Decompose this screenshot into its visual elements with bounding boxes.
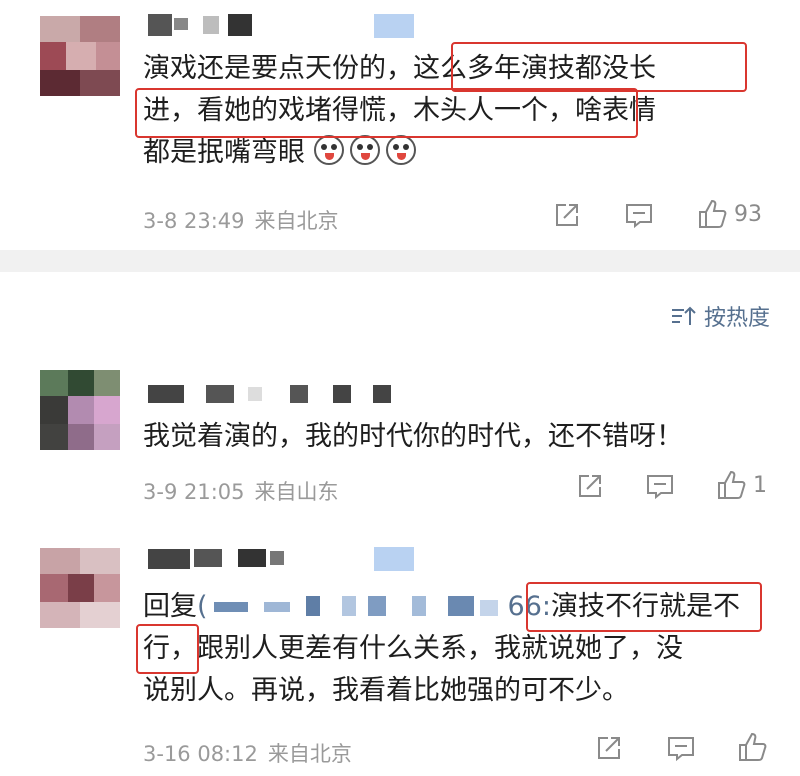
like-icon [699, 199, 727, 228]
emoji-icon [349, 135, 380, 165]
comment-button[interactable] [666, 733, 696, 763]
sort-icon [671, 306, 696, 325]
sort-label: 按热度 [703, 306, 770, 331]
username[interactable] [148, 14, 418, 38]
comment-text-line-3: 都是抿嘴弯眼 [143, 132, 422, 174]
highlight-box [526, 582, 762, 632]
comment-text-line-2: 行，跟别人更差有什么关系，我就说她了，没 [143, 633, 683, 664]
comment-location: 来自北京 [254, 209, 339, 233]
reply-mention-redacted[interactable] [208, 590, 508, 620]
username[interactable] [148, 547, 418, 573]
comment-text-span: 都是抿嘴弯眼 [143, 137, 305, 168]
highlight-box [451, 42, 747, 92]
comment-text-line-3: 说别人。再说，我看着比她强的可不少。 [143, 675, 629, 706]
comment-icon [626, 204, 652, 229]
highlight-box [135, 88, 638, 138]
like-icon [718, 470, 746, 499]
comment-location: 来自山东 [254, 480, 339, 504]
avatar[interactable] [40, 548, 120, 628]
comment-date: 3-8 23:49 [143, 209, 245, 233]
share-icon [598, 737, 620, 759]
like-button[interactable]: 1 [715, 469, 767, 501]
like-button[interactable] [736, 731, 774, 763]
like-count: 93 [734, 201, 762, 227]
comment-meta: 3-9 21:05 来自山东 [143, 476, 339, 506]
share-button[interactable] [575, 471, 605, 501]
like-count: 1 [753, 472, 767, 498]
share-icon [579, 475, 601, 497]
like-button[interactable]: 93 [696, 198, 762, 230]
username[interactable] [148, 383, 408, 407]
comment-text-line-1: 我觉着演的，我的时代你的时代，还不错呀！ [143, 421, 683, 452]
share-button[interactable] [594, 733, 624, 763]
like-icon [739, 732, 767, 761]
comment-icon [668, 737, 694, 762]
avatar[interactable] [40, 16, 120, 96]
reply-prefix: 回复 [143, 591, 197, 622]
share-button[interactable] [552, 200, 582, 230]
comment-date: 3-9 21:05 [143, 480, 245, 504]
comment-icon [647, 475, 673, 500]
comment-date: 3-16 08:12 [143, 742, 258, 766]
comment-location: 来自北京 [267, 742, 352, 766]
comment-meta: 3-8 23:49 来自北京 [143, 205, 339, 235]
highlight-box [136, 624, 199, 674]
comment-button[interactable] [645, 471, 675, 501]
comment-button[interactable] [624, 200, 654, 230]
share-icon [556, 204, 578, 226]
avatar[interactable] [40, 370, 120, 450]
comment-meta: 3-16 08:12 来自北京 [143, 738, 352, 768]
emoji-icon [313, 135, 344, 165]
section-divider [0, 250, 800, 272]
sort-by-hot-button[interactable]: 按热度 [670, 300, 770, 332]
emoji-icon [385, 135, 416, 165]
